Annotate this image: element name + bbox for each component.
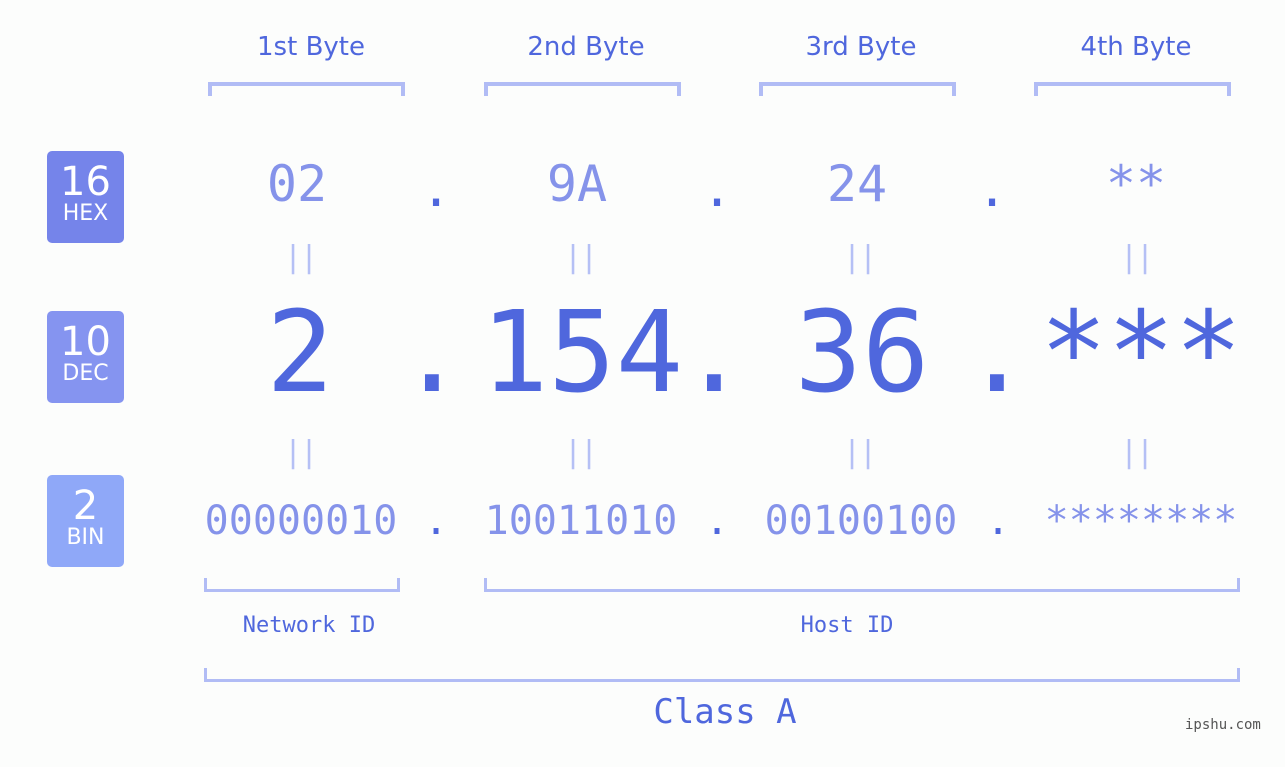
bin-separator-2: . bbox=[704, 498, 730, 544]
hex-byte-1: 02 bbox=[266, 155, 328, 213]
host-id-label: Host ID bbox=[800, 613, 894, 638]
byte-header-3: 3rd Byte bbox=[805, 32, 917, 62]
equals-dec-bin-4: || bbox=[1119, 435, 1154, 470]
dec-badge-label: DEC bbox=[62, 361, 109, 386]
byte-bracket-4 bbox=[1034, 82, 1231, 96]
class-label: Class A bbox=[653, 692, 797, 732]
network-id-label: Network ID bbox=[242, 613, 376, 638]
equals-hex-dec-4: || bbox=[1119, 240, 1154, 275]
bin-separator-1: . bbox=[423, 498, 449, 544]
hex-badge: 16 HEX bbox=[47, 151, 124, 243]
host-id-bracket bbox=[484, 578, 1240, 592]
dec-badge: 10 DEC bbox=[47, 311, 124, 403]
equals-hex-dec-1: || bbox=[283, 240, 318, 275]
bin-byte-4: ******** bbox=[1044, 498, 1238, 544]
hex-byte-2: 9A bbox=[546, 155, 608, 213]
byte-header-2: 2nd Byte bbox=[527, 32, 645, 62]
watermark: ipshu.com bbox=[1185, 717, 1261, 733]
bin-byte-3: 00100100 bbox=[764, 498, 958, 544]
dec-badge-number: 10 bbox=[60, 319, 111, 365]
bin-badge-number: 2 bbox=[72, 483, 99, 529]
hex-separator-2: . bbox=[701, 160, 733, 218]
byte-bracket-2 bbox=[484, 82, 681, 96]
dec-separator-2: . bbox=[680, 288, 748, 418]
byte-bracket-1 bbox=[208, 82, 405, 96]
hex-separator-3: . bbox=[976, 160, 1008, 218]
hex-byte-4: ** bbox=[1105, 155, 1167, 213]
equals-dec-bin-2: || bbox=[563, 435, 598, 470]
equals-dec-bin-3: || bbox=[842, 435, 877, 470]
hex-badge-label: HEX bbox=[62, 201, 109, 226]
byte-bracket-3 bbox=[759, 82, 956, 96]
hex-byte-3: 24 bbox=[826, 155, 888, 213]
dec-separator-3: . bbox=[963, 288, 1031, 418]
dec-byte-4: *** bbox=[1039, 288, 1243, 418]
equals-dec-bin-1: || bbox=[283, 435, 318, 470]
bin-byte-2: 10011010 bbox=[484, 498, 678, 544]
bin-byte-1: 00000010 bbox=[204, 498, 398, 544]
hex-badge-number: 16 bbox=[60, 159, 111, 205]
dec-byte-3: 36 bbox=[794, 288, 930, 418]
bin-badge-label: BIN bbox=[66, 525, 105, 550]
equals-hex-dec-3: || bbox=[842, 240, 877, 275]
bin-badge: 2 BIN bbox=[47, 475, 124, 567]
byte-header-1: 1st Byte bbox=[257, 32, 365, 62]
class-bracket bbox=[204, 668, 1240, 682]
dec-separator-1: . bbox=[398, 288, 466, 418]
hex-separator-1: . bbox=[420, 160, 452, 218]
network-id-bracket bbox=[204, 578, 400, 592]
equals-hex-dec-2: || bbox=[563, 240, 598, 275]
byte-header-4: 4th Byte bbox=[1080, 32, 1192, 62]
bin-separator-3: . bbox=[985, 498, 1011, 544]
